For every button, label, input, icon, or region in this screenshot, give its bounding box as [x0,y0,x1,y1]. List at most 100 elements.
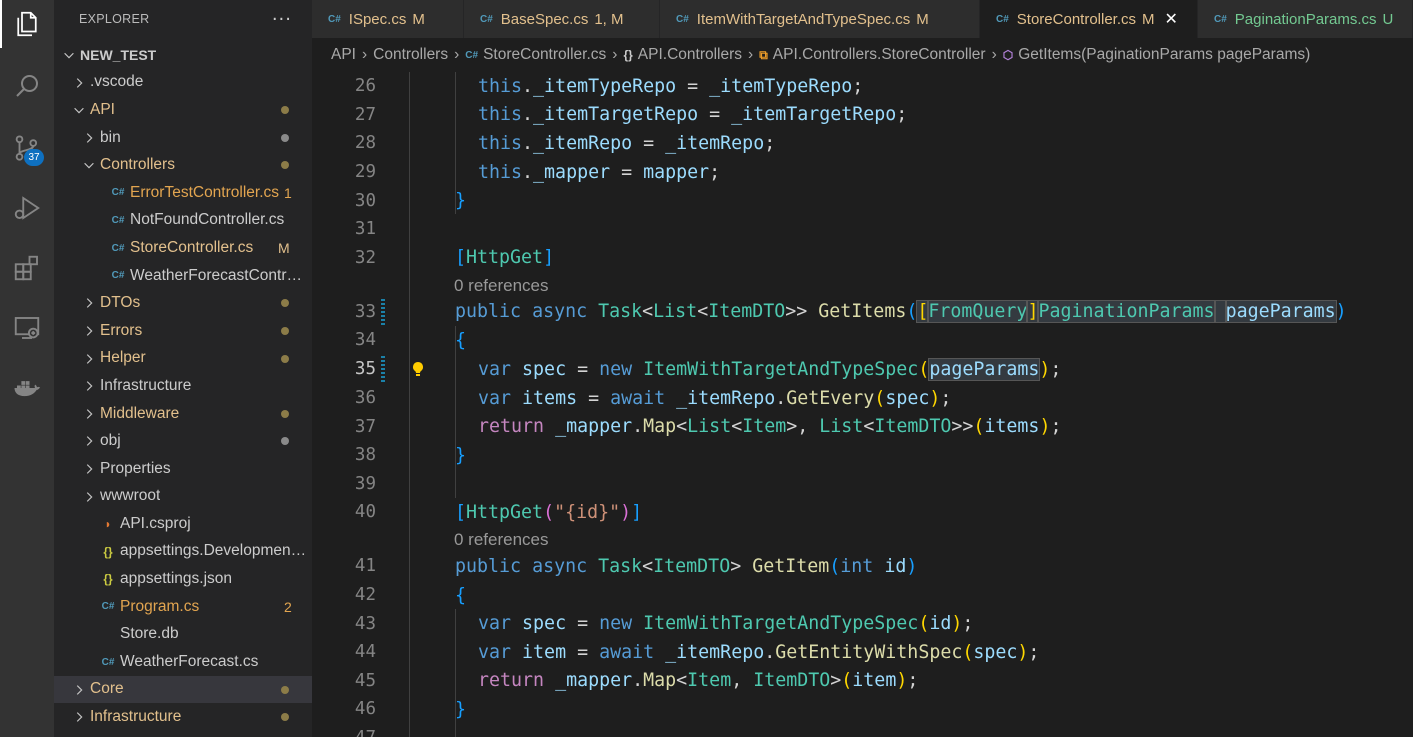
tree-file[interactable]: C# StoreController.cs M [54,234,312,262]
code-text: } [455,699,466,720]
tree-file[interactable]: C# NotFoundController.cs [54,207,312,235]
code-text: } [455,445,466,466]
breadcrumb-item[interactable]: API.Controllers.StoreController [773,46,986,64]
more-actions-icon[interactable]: ··· [272,9,292,30]
tree-file[interactable]: {} appsettings.Development.j... [54,538,312,566]
tree-file[interactable]: {} appsettings.json [54,565,312,593]
code-token: List [653,301,698,323]
editor-tab[interactable]: C# ItemWithTargetAndTypeSpec.cs M [660,0,980,38]
docker-button[interactable] [0,364,54,412]
code-token: _itemRepo [676,387,776,409]
line-number: 42 [354,585,376,606]
editor-tab[interactable]: C# ISpec.cs M [312,0,464,38]
source-control-button[interactable]: 37 [0,124,54,172]
tree-folder[interactable]: DTOs [54,289,312,317]
chevron-right-icon [82,379,96,393]
references-codelens[interactable]: 0 references [454,276,549,296]
explorer-title: EXPLORER [79,12,150,26]
code-token: ; [709,161,721,183]
editor-tab[interactable]: C# PaginationParams.cs U [1198,0,1413,38]
editor-tab[interactable]: C# BaseSpec.cs 1, M [464,0,660,38]
code-token: = [577,387,611,409]
breadcrumb-item[interactable]: API.Controllers [638,46,742,64]
code-token: } [455,444,467,466]
code-token: ; [940,387,952,409]
code-token: ) [620,501,632,523]
code-token: ; [1050,416,1062,438]
code-token: return [478,416,545,438]
tree-folder[interactable]: bin [54,124,312,152]
tree-folder[interactable]: Infrastructure [54,372,312,400]
code-editor[interactable]: 26 this._itemTypeRepo = _itemTypeRepo; 27 t… [312,72,1413,737]
tree-folder[interactable]: .vscode [54,69,312,97]
remote-explorer-button[interactable] [0,304,54,352]
breadcrumb-item[interactable]: API [331,46,356,64]
tree-folder[interactable]: wwwroot [54,483,312,511]
tree-folder[interactable]: Controllers [54,151,312,179]
code-token: . [522,161,534,183]
references-codelens[interactable]: 0 references [454,530,549,550]
code-token: ItemDTO [874,416,952,438]
tree-folder[interactable]: Middleware [54,400,312,428]
line-number: 33 [354,301,376,322]
code-text: var spec = new ItemWithTargetAndTypeSpec… [478,613,973,634]
code-token: >> [951,416,974,438]
breadcrumb-item[interactable]: StoreController.cs [483,46,606,64]
tree-file[interactable]: Store.db [54,620,312,648]
close-icon[interactable]: ✕ [1165,9,1178,29]
chevron-right-icon: › [748,46,754,63]
code-lens: 0 references [312,272,1413,301]
tree-folder[interactable]: Helper [54,345,312,373]
code-token: ; [764,132,776,154]
search-icon [16,75,38,97]
breadcrumb-item[interactable]: GetItems(PaginationParams pageParams) [1018,46,1310,64]
search-button[interactable] [0,62,54,110]
lightbulb-icon[interactable] [410,361,426,379]
tree-file[interactable]: C# WeatherForecastControll... [54,262,312,290]
tab-status: M [916,10,929,28]
tab-status: U [1382,10,1394,28]
tree-folder[interactable]: API [54,96,312,124]
tree-file[interactable]: C# Program.cs 2 [54,593,312,621]
code-token: this [478,161,523,183]
modified-gutter-indicator [381,356,385,383]
extensions-button[interactable] [0,244,54,292]
code-token: ItemWithTargetAndTypeSpec [643,358,919,380]
tree-file[interactable]: C# WeatherForecast.cs [54,648,312,676]
tree-folder[interactable]: obj [54,427,312,455]
code-token: _mapper [533,161,611,183]
code-token: List [687,416,732,438]
explorer-sidebar: EXPLORER ··· NEW_TEST .vscode API bin Contro… [54,0,312,737]
files-icon [17,11,37,37]
tree-file[interactable]: ◗ API.csproj [54,510,312,538]
breadcrumb-item[interactable]: Controllers [373,46,448,64]
code-token: . [522,132,534,154]
tree-folder[interactable]: Properties [54,455,312,483]
code-token: = [566,358,600,380]
code-token: var [478,613,512,635]
run-debug-button[interactable] [0,184,54,232]
code-token: < [697,301,709,323]
code-text: { [455,585,466,606]
tree-folder[interactable]: Core [54,675,312,704]
tree-folder[interactable]: NEW_TEST [54,41,312,69]
tree-folder[interactable]: Infrastructure [54,703,312,731]
code-token: . [522,104,534,126]
tree-item-label: appsettings.json [120,570,233,588]
code-token: _itemTypeRepo [709,75,853,97]
tab-label: StoreController.cs [1016,10,1137,28]
tree-item-label: WeatherForecastControll... [130,266,308,284]
tree-file[interactable]: C# ErrorTestController.cs 1 [54,179,312,207]
line-number: 37 [354,416,376,437]
code-text: this._itemRepo = _itemRepo; [478,133,775,154]
tree-folder[interactable]: Errors [54,317,312,345]
code-token: async [532,555,588,577]
tree-item-label: Helper [100,349,146,367]
code-token: Item [742,416,787,438]
editor-tab[interactable]: C# StoreController.cs M ✕ [980,0,1198,38]
code-token: < [676,670,688,692]
tree-item-label: obj [100,432,121,450]
explorer-button[interactable] [0,0,54,48]
